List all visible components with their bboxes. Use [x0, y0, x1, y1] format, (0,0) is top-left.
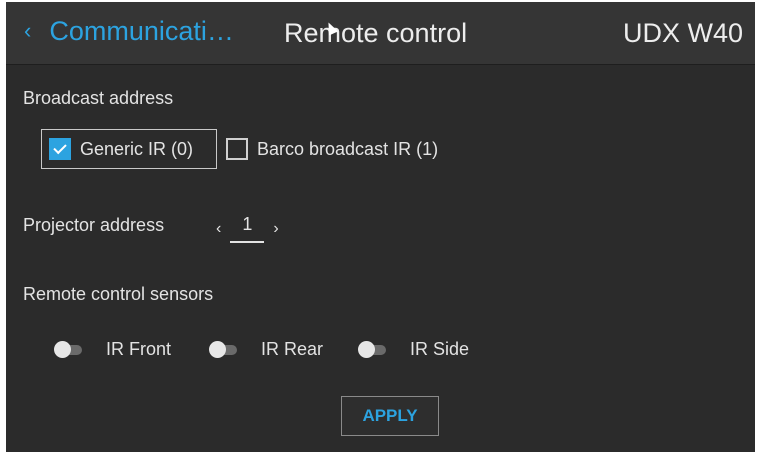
toggle-ir-rear[interactable]: IR Rear	[209, 339, 323, 360]
toggle-switch-icon[interactable]	[209, 340, 237, 358]
toggle-switch-icon[interactable]	[54, 340, 82, 358]
broadcast-address-label: Broadcast address	[23, 88, 174, 108]
back-label: Communicati…	[49, 16, 234, 46]
chevron-right-icon[interactable]: ›	[270, 220, 281, 238]
checkbox-barco-broadcast-ir[interactable]: Barco broadcast IR (1)	[226, 138, 438, 160]
toggle-label: IR Front	[106, 339, 172, 359]
checkbox-unchecked-icon[interactable]	[226, 138, 248, 160]
back-button[interactable]: ‹ Communicati…	[24, 16, 234, 47]
remote-sensors-label: Remote control sensors	[23, 284, 214, 304]
model-name: UDX W40	[622, 18, 743, 48]
projector-menu-screen: ‹ Communicati… Remote control UDX W40 Br…	[6, 2, 755, 452]
menu-header: ‹ Communicati… Remote control UDX W40	[6, 2, 755, 65]
checkbox-label: Generic IR (0)	[80, 138, 194, 159]
chevron-left-icon: ‹	[24, 17, 32, 43]
page-title: Remote control	[284, 18, 468, 48]
chevron-left-icon[interactable]: ‹	[213, 220, 224, 238]
checkbox-label: Barco broadcast IR (1)	[257, 138, 439, 159]
checkbox-generic-ir[interactable]: Generic IR (0)	[49, 138, 193, 160]
projector-address-stepper[interactable]: ‹ 1 ›	[213, 214, 282, 243]
apply-button[interactable]: APPLY	[341, 396, 439, 436]
toggle-label: IR Side	[410, 339, 470, 359]
projector-address-value[interactable]: 1	[230, 214, 265, 243]
toggle-label: IR Rear	[261, 339, 324, 359]
toggle-ir-side[interactable]: IR Side	[358, 339, 469, 360]
toggle-ir-front[interactable]: IR Front	[54, 339, 171, 360]
checkbox-checked-icon[interactable]	[49, 138, 71, 160]
toggle-switch-icon[interactable]	[358, 340, 386, 358]
projector-address-label: Projector address	[23, 215, 165, 235]
